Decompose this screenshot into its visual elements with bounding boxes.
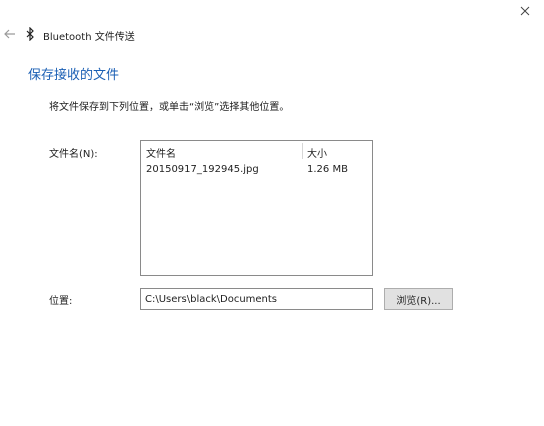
location-input[interactable] (140, 288, 373, 310)
file-list-header: 文件名 大小 (141, 141, 372, 161)
file-list[interactable]: 文件名 大小 20150917_192945.jpg 1.26 MB (140, 140, 373, 276)
window-title: Bluetooth 文件传送 (43, 32, 135, 43)
file-row[interactable]: 20150917_192945.jpg 1.26 MB (141, 161, 372, 181)
location-label: 位置: (49, 296, 73, 307)
file-name-label: 文件名(N): (49, 149, 98, 160)
back-arrow-icon[interactable] (3, 26, 17, 42)
bluetooth-icon (26, 27, 34, 41)
browse-button[interactable]: 浏览(R)... (384, 288, 453, 310)
instructions-text: 将文件保存到下列位置，或单击“浏览”选择其他位置。 (49, 102, 290, 113)
column-header-name[interactable]: 文件名 (146, 145, 176, 160)
file-size-cell: 1.26 MB (307, 164, 348, 175)
page-title: 保存接收的文件 (28, 68, 120, 83)
column-divider[interactable] (302, 143, 303, 159)
close-icon[interactable] (518, 4, 532, 18)
column-header-size[interactable]: 大小 (307, 145, 327, 160)
file-name-cell: 20150917_192945.jpg (146, 164, 259, 175)
title-bar: Bluetooth 文件传送 (0, 0, 544, 66)
